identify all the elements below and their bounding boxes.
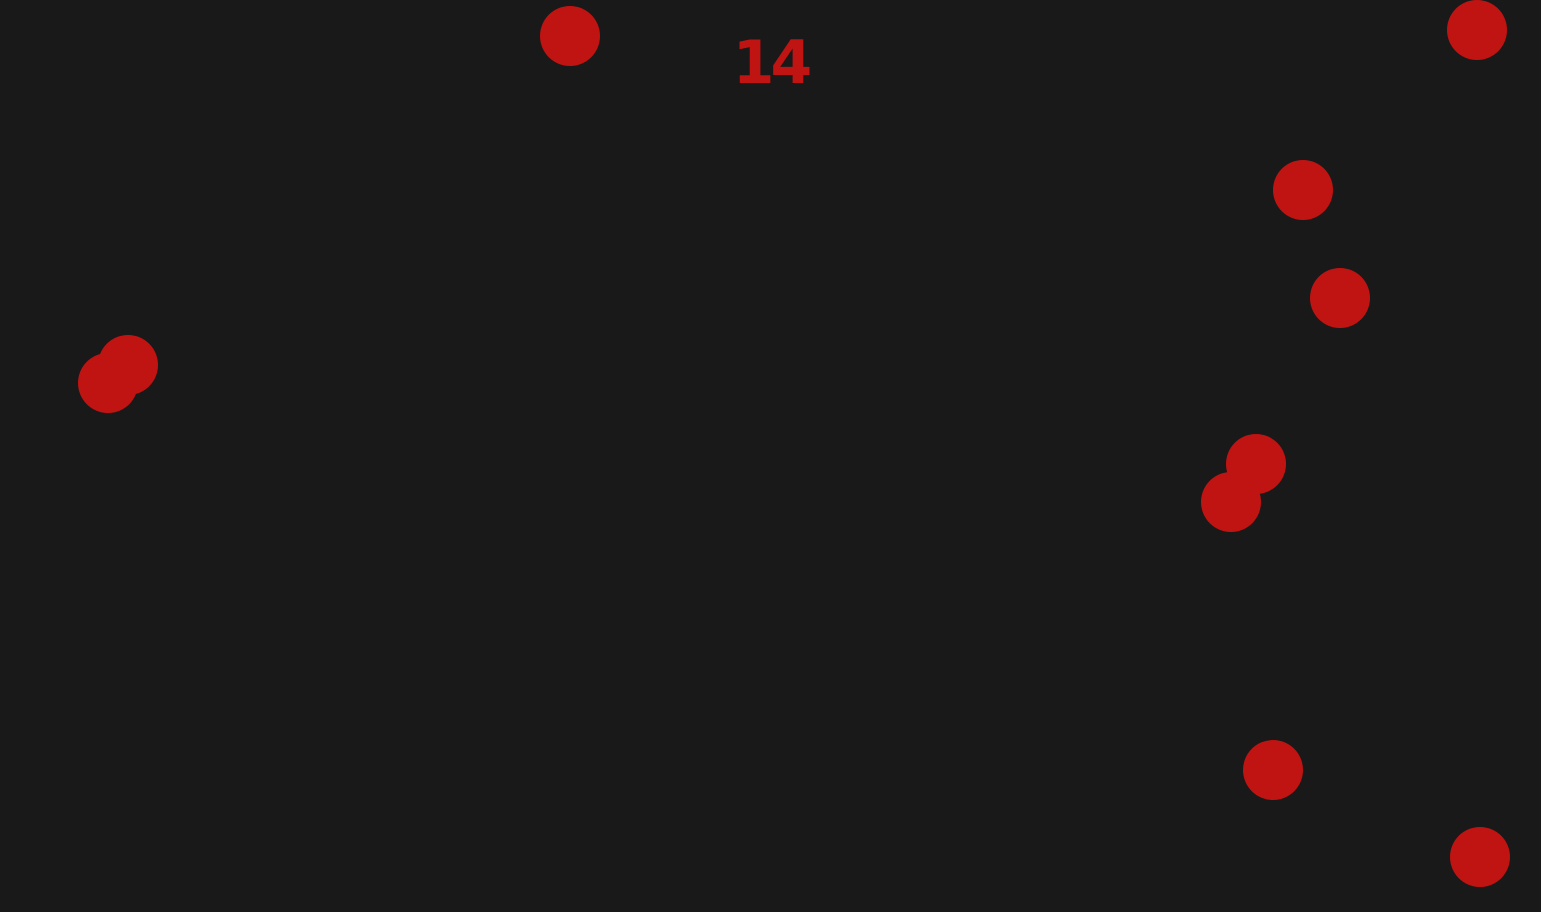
target-ball[interactable] — [540, 6, 600, 66]
target-ball[interactable] — [1243, 740, 1303, 800]
target-ball[interactable] — [1273, 160, 1333, 220]
score-counter: 14 — [732, 28, 813, 98]
game-board[interactable]: 14 — [0, 0, 1541, 912]
target-ball[interactable] — [1450, 827, 1510, 887]
target-ball[interactable] — [1447, 0, 1507, 60]
target-ball[interactable] — [1310, 268, 1370, 328]
target-ball[interactable] — [78, 353, 138, 413]
target-ball[interactable] — [1201, 472, 1261, 532]
